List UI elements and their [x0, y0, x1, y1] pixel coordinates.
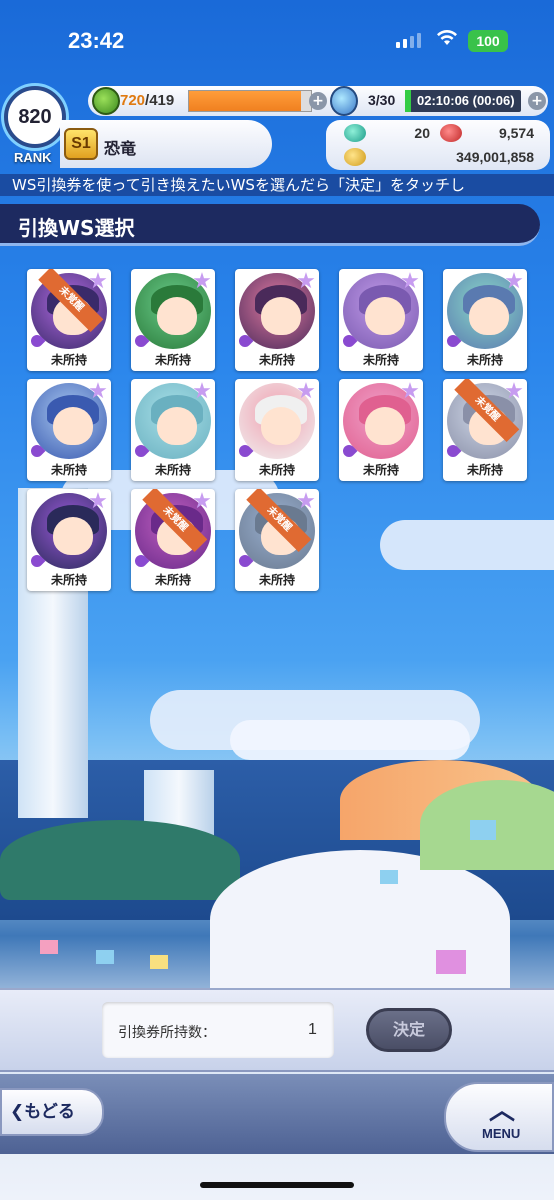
- ws-card[interactable]: ★ 未所持: [131, 269, 215, 371]
- stamina-max: /419: [145, 92, 175, 109]
- star-icon: ★: [192, 379, 212, 404]
- recovery-timer: 02:10:06 (00:06): [405, 90, 521, 112]
- ownership-status-label: 未所持: [362, 353, 399, 367]
- ws-card[interactable]: ★ 未所持: [339, 269, 423, 371]
- add-stamina-button[interactable]: +: [309, 92, 327, 110]
- ownership-status-label: 未所持: [466, 353, 503, 367]
- potion-count: 3/30: [368, 92, 396, 108]
- timer-indicator: [405, 90, 411, 112]
- stamina-leaf-icon: [92, 87, 120, 115]
- ownership-status-label: 未所持: [466, 463, 503, 477]
- ws-card[interactable]: ★ 未覚醒 未所持: [27, 269, 111, 371]
- ownership-status-label: 未所持: [154, 463, 191, 477]
- character-face: [469, 297, 509, 335]
- character-face: [261, 297, 301, 335]
- decide-button[interactable]: 決定: [366, 1008, 452, 1052]
- back-button[interactable]: ❮もどる: [0, 1088, 104, 1136]
- star-icon: ★: [88, 269, 108, 294]
- add-potion-button[interactable]: +: [528, 92, 546, 110]
- season-badge-icon: S1: [64, 128, 98, 160]
- star-icon: ★: [504, 379, 524, 404]
- ws-card[interactable]: ★ 未覚醒 未所持: [235, 489, 319, 591]
- star-icon: ★: [88, 489, 108, 514]
- character-face: [157, 297, 197, 335]
- ticket-count-label: 引換券所持数：: [118, 1025, 216, 1041]
- ownership-status-label: 未所持: [362, 463, 399, 477]
- page-title: 引換WS選択: [18, 216, 135, 240]
- ownership-status-label: 未所持: [258, 353, 295, 367]
- ownership-status-label: 未所持: [154, 353, 191, 367]
- ownership-status-label: 未所持: [50, 463, 87, 477]
- ticket-count-value: 1: [308, 1021, 317, 1038]
- ownership-status-label: 未所持: [258, 573, 295, 587]
- stamina-current: 720: [120, 92, 146, 109]
- character-face: [365, 407, 405, 445]
- ownership-status-label: 未所持: [50, 573, 87, 587]
- clock: 23:42: [68, 28, 125, 53]
- player-title: 恐竜: [104, 139, 137, 158]
- stamina-value: 720/419: [120, 92, 174, 109]
- ownership-status-label: 未所持: [50, 353, 87, 367]
- gem-count: 20: [414, 125, 430, 141]
- star-icon: ★: [192, 489, 212, 514]
- character-face: [53, 517, 93, 555]
- star-icon: ★: [296, 379, 316, 404]
- cellular-signal-icon: [396, 32, 421, 48]
- gem-icon: [344, 124, 366, 142]
- ws-card[interactable]: ★ 未所持: [235, 379, 319, 481]
- character-face: [53, 407, 93, 445]
- rank-badge[interactable]: 820: [4, 86, 66, 148]
- battery-icon: 100: [468, 30, 508, 52]
- character-face: [157, 407, 197, 445]
- stamina-gauge: [188, 90, 312, 112]
- ownership-status-label: 未所持: [258, 463, 295, 477]
- star-icon: ★: [192, 269, 212, 294]
- character-face: [261, 407, 301, 445]
- star-icon: ★: [296, 269, 316, 294]
- coin-count: 349,001,858: [456, 149, 534, 165]
- ws-card[interactable]: ★ 未所持: [27, 489, 111, 591]
- ruby-count: 9,574: [498, 125, 534, 141]
- ws-card[interactable]: ★ 未覚醒 未所持: [443, 379, 527, 481]
- section-header: 引換WS選択: [0, 204, 540, 246]
- ws-card[interactable]: ★ 未所持: [131, 379, 215, 481]
- instruction-ticker: WS引換券を使って引き換えたいWSを選んだら「決定」をタッチし: [0, 174, 554, 196]
- ownership-status-label: 未所持: [154, 573, 191, 587]
- ws-card[interactable]: ★ 未所持: [235, 269, 319, 371]
- home-indicator[interactable]: [200, 1182, 354, 1188]
- ws-card[interactable]: ★ 未覚醒 未所持: [131, 489, 215, 591]
- potion-icon: [330, 86, 358, 116]
- character-face: [365, 297, 405, 335]
- ws-card[interactable]: ★ 未所持: [27, 379, 111, 481]
- star-icon: ★: [504, 269, 524, 294]
- coin-icon: [344, 148, 366, 166]
- stamina-gauge-fill: [189, 91, 302, 111]
- star-icon: ★: [400, 379, 420, 404]
- wifi-icon: [436, 28, 458, 52]
- star-icon: ★: [400, 269, 420, 294]
- rank-label: RANK: [14, 150, 52, 165]
- star-icon: ★: [88, 379, 108, 404]
- ws-card[interactable]: ★ 未所持: [443, 269, 527, 371]
- menu-label: MENU: [482, 1126, 521, 1141]
- star-icon: ★: [296, 489, 316, 514]
- system-status-bar: 23:42 100: [0, 0, 554, 80]
- chevron-up-icon: ︿: [489, 1096, 516, 1126]
- ws-card[interactable]: ★ 未所持: [339, 379, 423, 481]
- ruby-icon: [440, 124, 462, 142]
